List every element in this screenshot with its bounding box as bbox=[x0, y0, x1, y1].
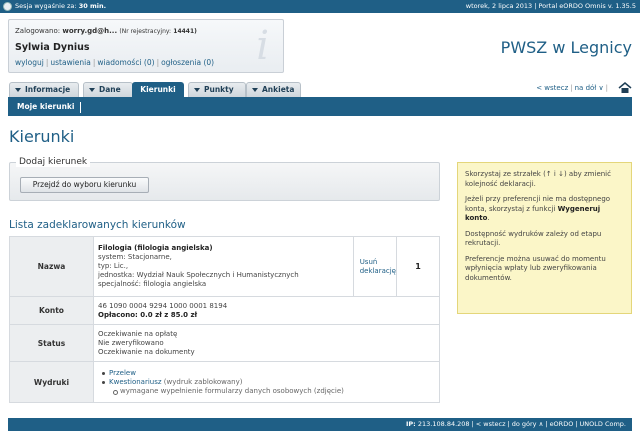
page-navigation: < wstecz | na dół ∨ | bbox=[536, 84, 608, 92]
account-links: wyloguj | ustawienia | wiadomości (0) | ogłosz… bbox=[15, 58, 215, 67]
choose-field-button[interactable]: Przejdź do wyboru kierunku bbox=[20, 177, 149, 193]
settings-link[interactable]: ustawienia bbox=[50, 58, 90, 67]
scroll-top-link[interactable]: do góry ∧ bbox=[512, 420, 544, 428]
back-link[interactable]: < wstecz bbox=[536, 84, 568, 92]
session-timer: Sesja wygaśnie za: 30 min. bbox=[15, 2, 107, 10]
questionnaire-printout-link[interactable]: Kwestionariusz bbox=[109, 378, 162, 386]
row-header-status: Status bbox=[9, 324, 94, 362]
account-details: 46 1090 0004 9294 1000 0001 8194 Opłacon… bbox=[93, 296, 440, 325]
messages-link[interactable]: wiadomości (0) bbox=[97, 58, 154, 67]
add-field-section: Dodaj kierunek Przejdź do wyboru kierunk… bbox=[9, 157, 440, 201]
announcements-link[interactable]: ogłoszenia (0) bbox=[161, 58, 214, 67]
footer-bar: IP: 213.108.84.208 | < wstecz | do góry ∧ | eO… bbox=[8, 418, 632, 431]
institution-name: PWSZ w Legnicy bbox=[500, 38, 632, 57]
chevron-down-icon bbox=[15, 88, 21, 92]
row-header-printouts: Wydruki bbox=[9, 361, 94, 403]
table-row: Status Oczekiwanie na opłatę Nie zweryfi… bbox=[9, 324, 440, 362]
priority-number: 1 bbox=[396, 236, 440, 297]
eordo-link[interactable]: eORDO bbox=[550, 420, 574, 428]
help-note: Skorzystaj ze strzałek (↑ i ↓) aby zmien… bbox=[457, 162, 632, 314]
info-icon: i bbox=[256, 23, 269, 69]
table-row: Nazwa Filologia (filologia angielska) sy… bbox=[9, 236, 440, 297]
remove-declaration-link[interactable]: Usuń deklarację bbox=[352, 236, 398, 297]
tab-punkty[interactable]: Punkty bbox=[188, 82, 246, 97]
subnav-my-fields[interactable]: Moje kierunki bbox=[17, 102, 74, 111]
transfer-printout-link[interactable]: Przelew bbox=[109, 369, 136, 377]
clock-icon bbox=[3, 2, 12, 11]
page-title: Kierunki bbox=[9, 127, 75, 146]
tab-kierunki[interactable]: Kierunki bbox=[132, 82, 184, 97]
tab-ankieta[interactable]: Ankieta bbox=[246, 82, 301, 97]
add-field-legend: Dodaj kierunek bbox=[16, 157, 91, 167]
tab-dane[interactable]: Dane bbox=[83, 82, 133, 97]
field-details: Filologia (filologia angielska) system: … bbox=[93, 236, 354, 297]
row-header-account: Konto bbox=[9, 296, 94, 325]
chevron-down-icon bbox=[194, 88, 200, 92]
declarations-table: Nazwa Filologia (filologia angielska) sy… bbox=[9, 236, 440, 403]
sub-navigation: Moje kierunki bbox=[8, 97, 632, 116]
printouts-list: Przelew Kwestionariusz (wydruk zablokowa… bbox=[93, 361, 440, 403]
logout-link[interactable]: wyloguj bbox=[15, 58, 44, 67]
unold-link[interactable]: UNOLD Comp. bbox=[580, 420, 626, 428]
scroll-down-link[interactable]: na dół ∨ bbox=[575, 84, 604, 92]
chevron-down-icon bbox=[252, 88, 258, 92]
top-bar: Sesja wygaśnie za: 30 min. wtorek, 2 lip… bbox=[0, 0, 640, 13]
ip-address: 213.108.84.208 bbox=[417, 420, 470, 428]
chevron-down-icon bbox=[89, 88, 95, 92]
status-details: Oczekiwanie na opłatę Nie zweryfikowano … bbox=[93, 324, 440, 362]
declared-fields-title: Lista zadeklarowanych kierunków bbox=[9, 219, 186, 231]
row-header-name: Nazwa bbox=[9, 236, 94, 297]
user-name: Sylwia Dynius bbox=[15, 42, 90, 53]
table-row: Konto 46 1090 0004 9294 1000 0001 8194 O… bbox=[9, 296, 440, 325]
login-info: Zalogowano: worry.gd@h... (Nr rejestracy… bbox=[15, 27, 197, 35]
home-icon[interactable] bbox=[618, 82, 632, 94]
login-box: Zalogowano: worry.gd@h... (Nr rejestracy… bbox=[8, 19, 284, 73]
table-row: Wydruki Przelew Kwestionariusz (wydruk z… bbox=[9, 361, 440, 403]
date-version-info: wtorek, 2 lipca 2013 | Portal eORDO Omni… bbox=[465, 2, 636, 10]
footer-back-link[interactable]: < wstecz bbox=[476, 420, 506, 428]
tab-informacje[interactable]: Informacje bbox=[9, 82, 79, 97]
